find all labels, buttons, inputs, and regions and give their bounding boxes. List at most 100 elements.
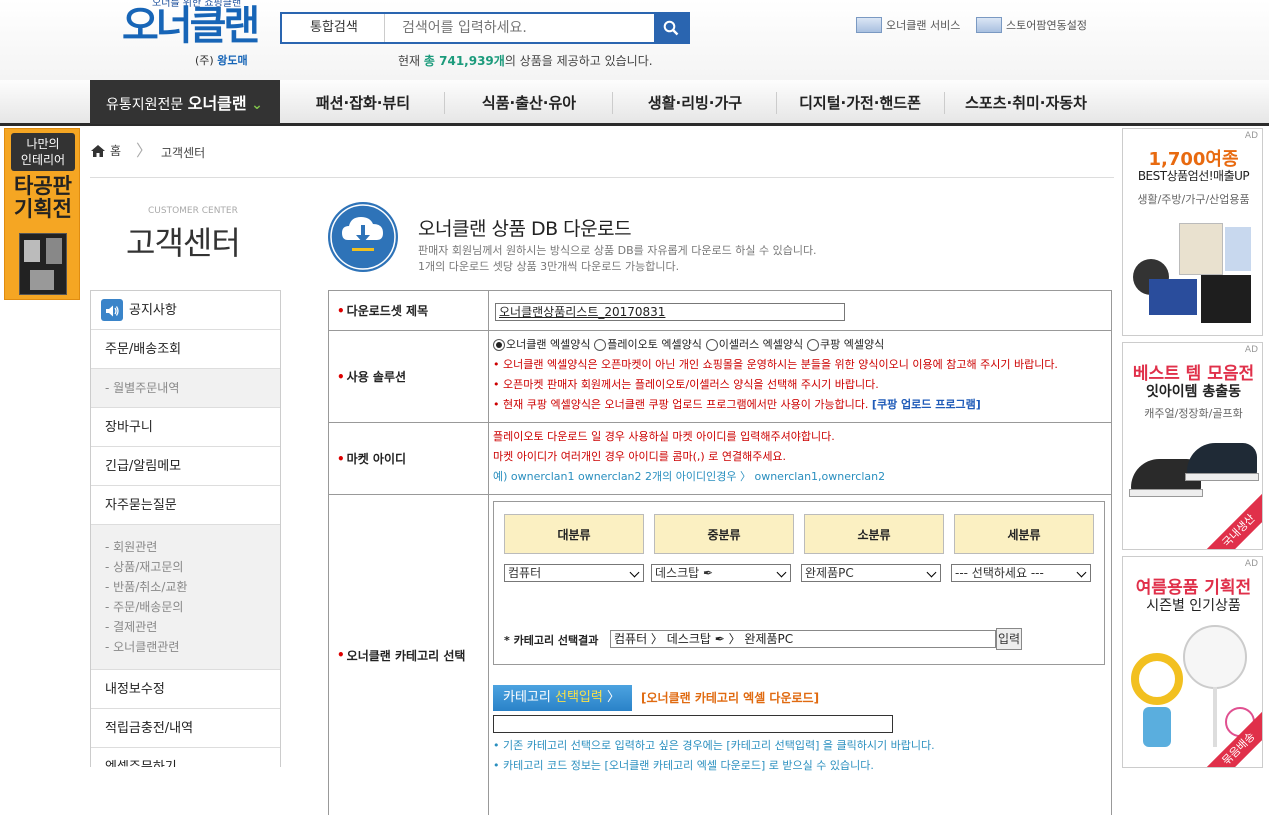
ownerclan-service-link[interactable]: 오너클랜 서비스 [856,17,960,33]
market-label-text: 마켓 아이디 [346,452,407,466]
category-head-detail: 세분류 [954,514,1094,554]
sidebar-title-en: CUSTOMER CENTER [148,206,238,216]
faq-sub-ownerclan[interactable]: - 오너클랜관련 [105,637,280,657]
market-cell: 플레이오토 다운로드 일 경우 사용하실 마켓 아이디를 입력해주셔야합니다. … [489,423,1112,494]
sidebar-item-profile[interactable]: 내정보수정 [91,670,280,709]
category-code-input[interactable] [493,715,893,733]
nav-item-fashion[interactable]: 패션·잡화·뷰티 [300,80,426,124]
sidebar-item-faq[interactable]: 자주묻는질문 [91,486,280,525]
nav-brand-menu[interactable]: 유통지원전문 오너클랜 ⌄ [90,80,280,124]
left-banner-line3: 타공판 [14,174,72,198]
radio-esellers-excel[interactable]: 이셀러스 엑셀양식 [705,337,803,353]
left-banner-line1: 나만의 [26,137,60,151]
faq-sub-delivery[interactable]: - 주문/배송문의 [105,597,280,617]
faq-sub-payment[interactable]: - 결제관련 [105,617,280,637]
nav-item-food[interactable]: 식품·출산·유아 [466,80,592,124]
left-banner-badge: 나만의인테리어 [11,133,75,171]
sidebar-menu: 공지사항 주문/배송조회 - 월별주문내역 장바구니 긴급/알림메모 자주묻는질… [90,290,281,767]
required-mark: • [337,648,345,662]
nav-item-living[interactable]: 생활·리빙·가구 [632,80,758,124]
count-prefix: 현재 [398,54,424,68]
radio-label: 플레이오토 엑셀양식 [607,338,702,351]
cloud-download-icon [328,202,398,272]
sidebar-item-orders[interactable]: 주문/배송조회 [91,330,280,369]
sidebar-item-excel-order[interactable]: 엑셀주문하기 [91,748,280,767]
breadcrumb-home[interactable]: 홈 [90,142,121,159]
ad-1-product-image [1129,219,1257,329]
solution-note-3-wrap: • 현재 쿠팡 엑셀양식은 오너클랜 쿠팡 업로드 프로그램에서만 사용이 가능… [493,395,1107,415]
category-result-field[interactable]: 컴퓨터 〉 데스크탑 ✒ 〉 완제품PC [610,630,996,648]
search-input[interactable] [386,14,654,42]
left-side-banner[interactable]: 나만의인테리어 타공판 기획전 [4,128,80,300]
set-title-input[interactable]: 오너클랜상품리스트_20170831 [495,303,845,321]
page-description-2: 1개의 다운로드 셋당 상품 3만개씩 다운로드 가능합니다. [418,260,680,273]
chevron-down-icon: ⌄ [251,97,263,113]
set-title-cell: 오너클랜상품리스트_20170831 [489,291,1112,330]
solution-cell: 오너클랜 엑셀양식 플레이오토 엑셀양식 이셀러스 엑셀양식 쿠팡 엑셀양식 •… [489,331,1112,422]
ad-2-shoe-image [1129,439,1259,509]
chevron-right-icon: 〉 [136,141,153,160]
right-ad-3[interactable]: AD 여름용품 기획전 시즌별 인기상품 묶음배송 [1122,556,1263,768]
radio-label: 오너클랜 엑셀양식 [506,338,591,351]
sidebar-item-notice[interactable]: 공지사항 [91,291,280,330]
category-input-button[interactable]: 입력 [996,628,1022,650]
chevron-right-icon: 〉 [602,690,620,705]
sidebar-item-cart[interactable]: 장바구니 [91,408,280,447]
faq-sub-list: - 회원관련 - 상품/재고문의 - 반품/취소/교환 - 주문/배송문의 - … [91,525,280,670]
sidebar-item-memo[interactable]: 긴급/알림메모 [91,447,280,486]
nav-divider [944,92,945,114]
storefarm-link[interactable]: 스토어팜연동설정 [976,17,1087,33]
radio-coupang-excel[interactable]: 쿠팡 엑셀양식 [807,337,884,353]
faq-sub-stock[interactable]: - 상품/재고문의 [105,557,280,577]
nav-item-sports[interactable]: 스포츠·취미·자동차 [956,80,1096,124]
count-suffix: 의 상품을 제공하고 있습니다. [504,54,653,68]
coupang-upload-link[interactable]: [쿠팡 업로드 프로그램] [872,398,981,411]
page-title: 오너클랜 상품 DB 다운로드 [418,218,632,240]
faq-sub-member[interactable]: - 회원관련 [105,537,280,557]
category-select-medium[interactable]: 데스크탑 ✒ [651,564,791,582]
solution-note-1: • 오너클랜 엑셀양식은 오픈마켓이 아닌 개인 쇼핑몰을 운영하시는 분들을 … [493,358,1058,371]
category-head-medium: 중분류 [654,514,794,554]
form-row-category: • 오너클랜 카테고리 선택 대분류 중분류 소분류 세분류 컴퓨터 데스크탑 ✒… [328,495,1112,815]
right-ad-2[interactable]: AD 베스트 템 모음전 잇아이템 총출동 캐주얼/정장화/골프화 국내생산 [1122,342,1263,550]
btn-highlight: 선택입력 [554,690,603,705]
category-select-large[interactable]: 컴퓨터 [504,564,644,582]
radio-label: 쿠팡 엑셀양식 [820,338,885,351]
sidebar-item-monthly-orders[interactable]: - 월별주문내역 [91,369,280,408]
ownerclan-service-label: 오너클랜 서비스 [886,19,961,32]
sidebar-item-label: 공지사항 [129,303,177,318]
market-example: 예) ownerclan1 ownerclan2 2개의 아이디인경우 〉 ow… [493,470,886,483]
ad-3-sub: 시즌별 인기상품 [1146,598,1241,614]
search-button[interactable] [654,14,688,42]
site-logo[interactable]: 오너클랜 [122,4,260,48]
ad-tag: AD [1244,345,1258,355]
radio-ownerclan-excel[interactable]: 오너클랜 엑셀양식 [493,337,590,353]
radio-playauto-excel[interactable]: 플레이오토 엑셀양식 [594,337,702,353]
monitor-cart-icon [976,17,1002,33]
set-title-label: • 다운로드셋 제목 [328,291,489,330]
home-icon [91,144,105,157]
search-icon [663,20,679,36]
search-scope-select[interactable]: 통합검색 [282,14,385,42]
left-banner-headline: 타공판 기획전 [5,175,81,221]
nav-divider [612,92,613,114]
set-title-label-text: 다운로드셋 제목 [346,304,429,318]
left-banner-image [19,233,67,295]
sidebar-title: 고객센터 [126,224,241,262]
form-row-solution: • 사용 솔루션 오너클랜 엑셀양식 플레이오토 엑셀양식 이셀러스 엑셀양식 쿠… [328,331,1112,423]
page-description: 판매자 회원님께서 원하시는 방식으로 상품 DB를 자유롭게 다운로드 하실 … [418,244,817,257]
category-head-small: 소분류 [804,514,944,554]
sidebar-item-points[interactable]: 적립금충전/내역 [91,709,280,748]
market-label: • 마켓 아이디 [328,423,489,494]
nav-item-digital[interactable]: 디지털·가전·핸드폰 [790,80,930,124]
form-row-set-title: • 다운로드셋 제목 오너클랜상품리스트_20170831 [328,291,1112,331]
left-banner-line2: 인테리어 [20,153,66,167]
faq-sub-return[interactable]: - 반품/취소/교환 [105,577,280,597]
right-ad-1[interactable]: AD 1,700여종 BEST상품엄선!매출UP 생활/주방/가구/산업용품 [1122,128,1263,336]
ad-2-sub: 잇아이템 총출동 [1145,384,1242,400]
category-excel-download-link[interactable]: [오너클랜 카테고리 엑셀 다운로드] [641,689,819,706]
category-select-small[interactable]: 완제품PC [801,564,941,582]
ad-tag: AD [1244,131,1258,141]
category-select-input-button[interactable]: 카테고리 선택입력 〉 [493,685,632,711]
category-select-detail[interactable]: --- 선택하세요 --- [951,564,1091,582]
